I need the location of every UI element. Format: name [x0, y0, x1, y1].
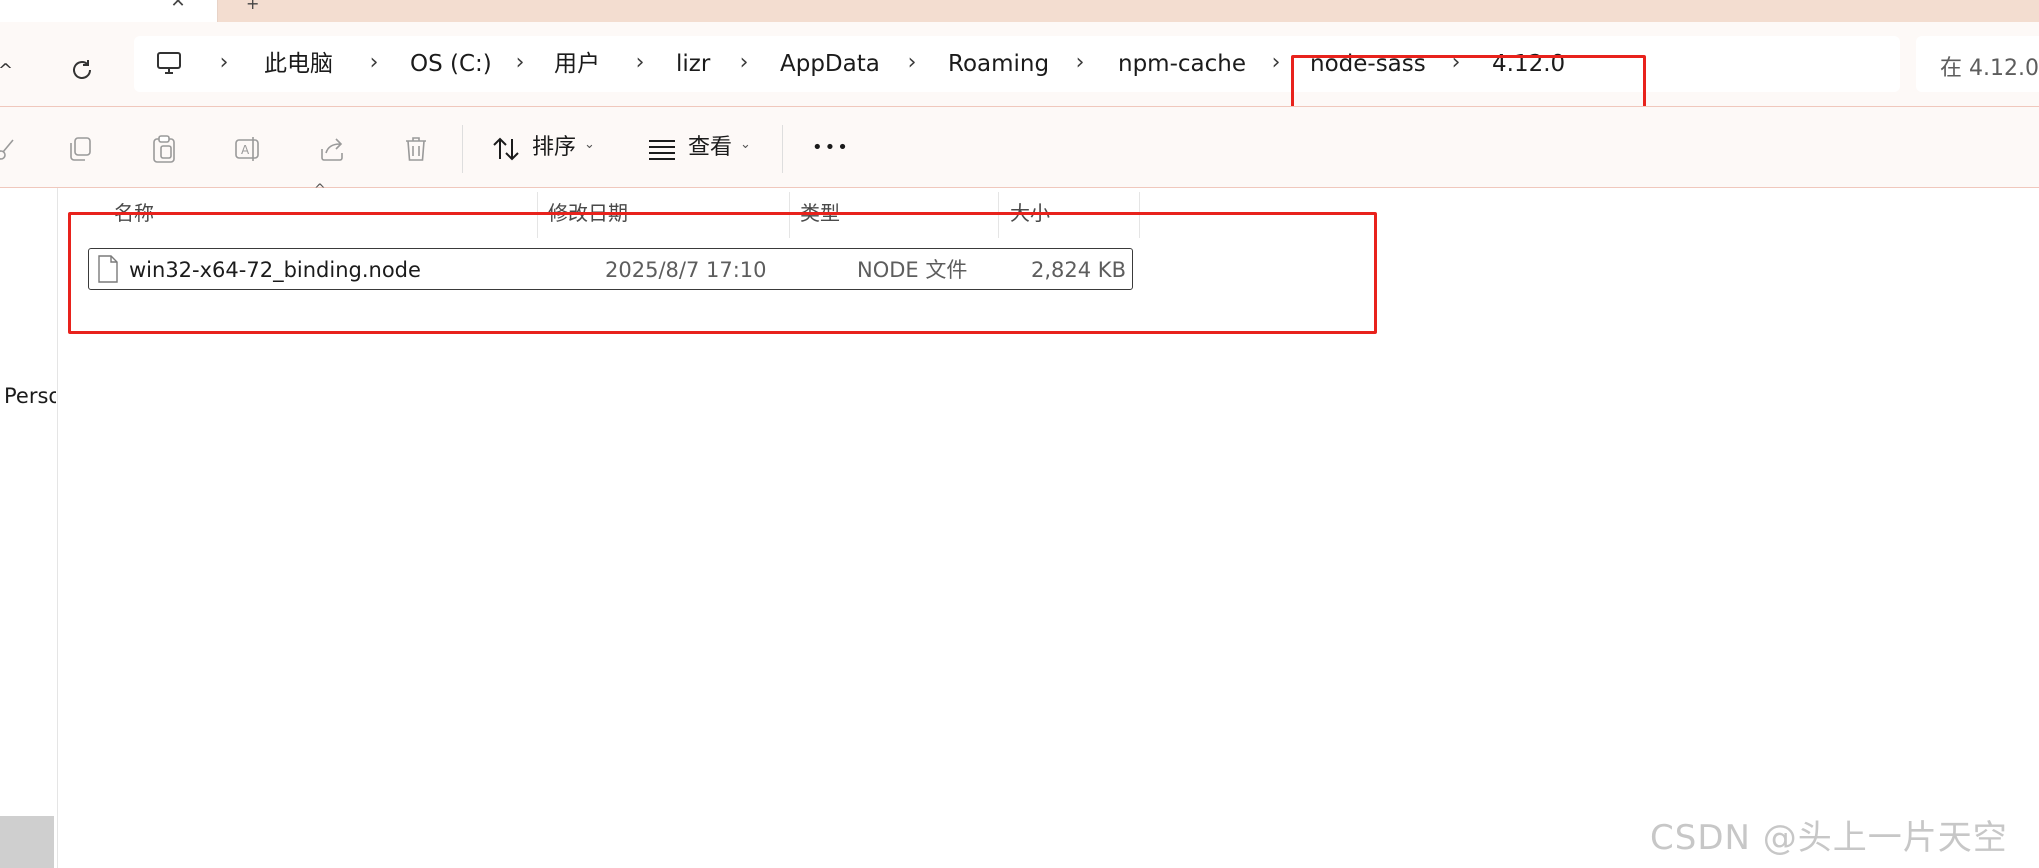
share-icon[interactable] — [314, 131, 350, 167]
more-icon[interactable]: ••• — [812, 133, 850, 163]
navigation-pane: Personal — [0, 188, 58, 868]
nav-item-personal[interactable]: Personal — [4, 384, 56, 408]
refresh-icon — [73, 60, 91, 79]
breadcrumb-roaming[interactable]: Roaming — [948, 49, 1049, 79]
active-tab[interactable]: ✕ — [0, 0, 218, 22]
tab-close-icon[interactable]: ✕ — [168, 0, 188, 12]
breadcrumb-separator: › — [907, 50, 917, 75]
sort-ascending-icon: ^ — [314, 182, 326, 198]
column-header-size[interactable]: 大小 — [1010, 196, 1050, 230]
cut-icon[interactable] — [0, 131, 24, 167]
new-tab-icon[interactable]: + — [246, 0, 259, 13]
file-list: ^ 名称 修改日期 类型 大小 win32-x64-72_binding.nod… — [58, 182, 2039, 868]
column-header-type[interactable]: 类型 — [800, 196, 840, 230]
command-divider — [782, 125, 783, 173]
column-header-name[interactable]: 名称 — [114, 196, 154, 230]
file-type: NODE 文件 — [857, 258, 968, 282]
view-icon[interactable] — [644, 131, 680, 167]
breadcrumb-separator: › — [1271, 50, 1281, 75]
column-separator[interactable] — [789, 192, 790, 238]
column-separator[interactable] — [998, 192, 999, 238]
breadcrumb-this-pc[interactable]: 此电脑 — [264, 49, 333, 79]
up-arrow-icon[interactable]: ^ — [0, 60, 13, 81]
breadcrumb-node-sass[interactable]: node-sass — [1310, 49, 1426, 79]
command-bar: A 排序 ⌄ 查看 ⌄ ••• — [0, 106, 2039, 188]
address-bar[interactable]: › 此电脑 › OS (C:) › 用户 › lizr › AppData › … — [134, 36, 1900, 92]
breadcrumb-os-c[interactable]: OS (C:) — [410, 49, 492, 79]
rename-icon[interactable]: A — [230, 131, 266, 167]
breadcrumb-separator: › — [219, 50, 229, 75]
breadcrumb-separator: › — [515, 50, 525, 75]
file-name: win32-x64-72_binding.node — [129, 258, 421, 282]
nav-selected-item[interactable] — [0, 816, 54, 868]
breadcrumb-separator: › — [369, 50, 379, 75]
column-header-modified[interactable]: 修改日期 — [548, 196, 628, 230]
column-separator[interactable] — [1139, 192, 1140, 238]
breadcrumb-users[interactable]: 用户 — [554, 49, 600, 79]
file-modified-date: 2025/8/7 17:10 — [605, 258, 767, 282]
breadcrumb-appdata[interactable]: AppData — [780, 49, 880, 79]
chevron-down-icon[interactable]: ⌄ — [584, 137, 595, 152]
breadcrumb-4-12-0[interactable]: 4.12.0 — [1492, 49, 1565, 79]
watermark: CSDN @头上一片天空 — [1650, 818, 2008, 858]
table-row[interactable]: win32-x64-72_binding.node 2025/8/7 17:10… — [88, 248, 1133, 290]
sort-icon[interactable] — [488, 131, 524, 167]
search-box[interactable]: 在 4.12.0 中搜索 — [1916, 36, 2039, 92]
refresh-button[interactable] — [62, 50, 102, 90]
breadcrumb-separator: › — [635, 50, 645, 75]
chevron-down-icon[interactable]: ⌄ — [740, 137, 751, 152]
breadcrumb-separator: › — [739, 50, 749, 75]
view-button-label[interactable]: 查看 — [688, 133, 732, 163]
command-divider — [462, 125, 463, 173]
file-icon — [98, 255, 118, 283]
computer-icon[interactable] — [152, 48, 186, 78]
copy-icon[interactable] — [62, 131, 98, 167]
paste-icon[interactable] — [146, 131, 182, 167]
file-size: 2,824 KB — [1031, 258, 1126, 282]
search-placeholder: 在 4.12.0 中搜索 — [1940, 56, 2039, 81]
tab-strip: ✕ + — [0, 0, 2039, 22]
delete-icon[interactable] — [398, 131, 434, 167]
breadcrumb-npm-cache[interactable]: npm-cache — [1118, 49, 1246, 79]
breadcrumb-separator: › — [1075, 50, 1085, 75]
breadcrumb-lizr[interactable]: lizr — [676, 49, 710, 79]
sort-button-label[interactable]: 排序 — [532, 133, 576, 163]
address-row: ^ › 此电脑 › OS (C:) › 用户 › lizr › AppData … — [0, 22, 2039, 109]
svg-text:A: A — [241, 143, 250, 157]
breadcrumb-separator: › — [1451, 50, 1461, 75]
column-separator[interactable] — [537, 192, 538, 238]
